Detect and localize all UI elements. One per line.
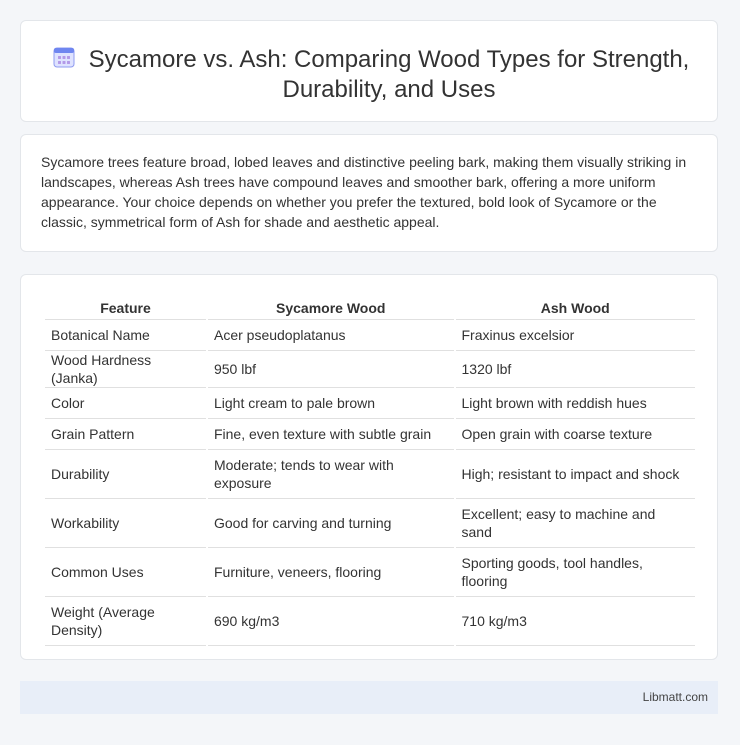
page-title: Sycamore vs. Ash: Comparing Wood Types f… <box>88 46 690 103</box>
ash-cell: Fraxinus excelsior <box>455 320 695 351</box>
table-row: Weight (Average Density) 690 kg/m3 710 k… <box>45 597 695 646</box>
sycamore-cell: Acer pseudoplatanus <box>207 320 454 351</box>
table-row: Durability Moderate; tends to wear with … <box>45 450 695 499</box>
feature-cell: Botanical Name <box>45 320 206 351</box>
feature-cell: Weight (Average Density) <box>45 597 206 646</box>
column-header-feature: Feature <box>45 295 206 320</box>
sycamore-cell: Fine, even texture with subtle grain <box>207 419 454 450</box>
feature-cell: Color <box>45 388 206 419</box>
footer-bar: Libmatt.com <box>20 681 718 714</box>
ash-cell: Open grain with coarse texture <box>455 419 695 450</box>
feature-cell: Common Uses <box>45 548 206 597</box>
sycamore-cell: Good for carving and turning <box>207 499 454 548</box>
table-row: Workability Good for carving and turning… <box>45 499 695 548</box>
sycamore-cell: Furniture, veneers, flooring <box>207 548 454 597</box>
ash-cell: Sporting goods, tool handles, flooring <box>455 548 695 597</box>
ash-cell: 1320 lbf <box>455 351 695 388</box>
table-row: Color Light cream to pale brown Light br… <box>45 388 695 419</box>
footer-brand[interactable]: Libmatt.com <box>643 690 708 704</box>
ash-cell: High; resistant to impact and shock <box>455 450 695 499</box>
title-card: Sycamore vs. Ash: Comparing Wood Types f… <box>20 20 718 122</box>
table-row: Common Uses Furniture, veneers, flooring… <box>45 548 695 597</box>
feature-cell: Durability <box>45 450 206 499</box>
sycamore-cell: Moderate; tends to wear with exposure <box>207 450 454 499</box>
comparison-table: Feature Sycamore Wood Ash Wood Botanical… <box>43 295 697 646</box>
column-header-sycamore: Sycamore Wood <box>207 295 454 320</box>
table-row: Wood Hardness (Janka) 950 lbf 1320 lbf <box>45 351 695 388</box>
intro-paragraph: Sycamore trees feature broad, lobed leav… <box>41 154 687 230</box>
feature-cell: Workability <box>45 499 206 548</box>
sycamore-cell: 690 kg/m3 <box>207 597 454 646</box>
table-row: Grain Pattern Fine, even texture with su… <box>45 419 695 450</box>
comparison-card: Feature Sycamore Wood Ash Wood Botanical… <box>20 274 718 660</box>
ash-cell: Light brown with reddish hues <box>455 388 695 419</box>
ash-cell: 710 kg/m3 <box>455 597 695 646</box>
sycamore-cell: 950 lbf <box>207 351 454 388</box>
ash-cell: Excellent; easy to machine and sand <box>455 499 695 548</box>
table-header-row: Feature Sycamore Wood Ash Wood <box>45 295 695 320</box>
intro-card: Sycamore trees feature broad, lobed leav… <box>20 134 718 252</box>
column-header-ash: Ash Wood <box>455 295 695 320</box>
table-row: Botanical Name Acer pseudoplatanus Fraxi… <box>45 320 695 351</box>
feature-cell: Grain Pattern <box>45 419 206 450</box>
feature-cell: Wood Hardness (Janka) <box>45 351 206 388</box>
sycamore-cell: Light cream to pale brown <box>207 388 454 419</box>
